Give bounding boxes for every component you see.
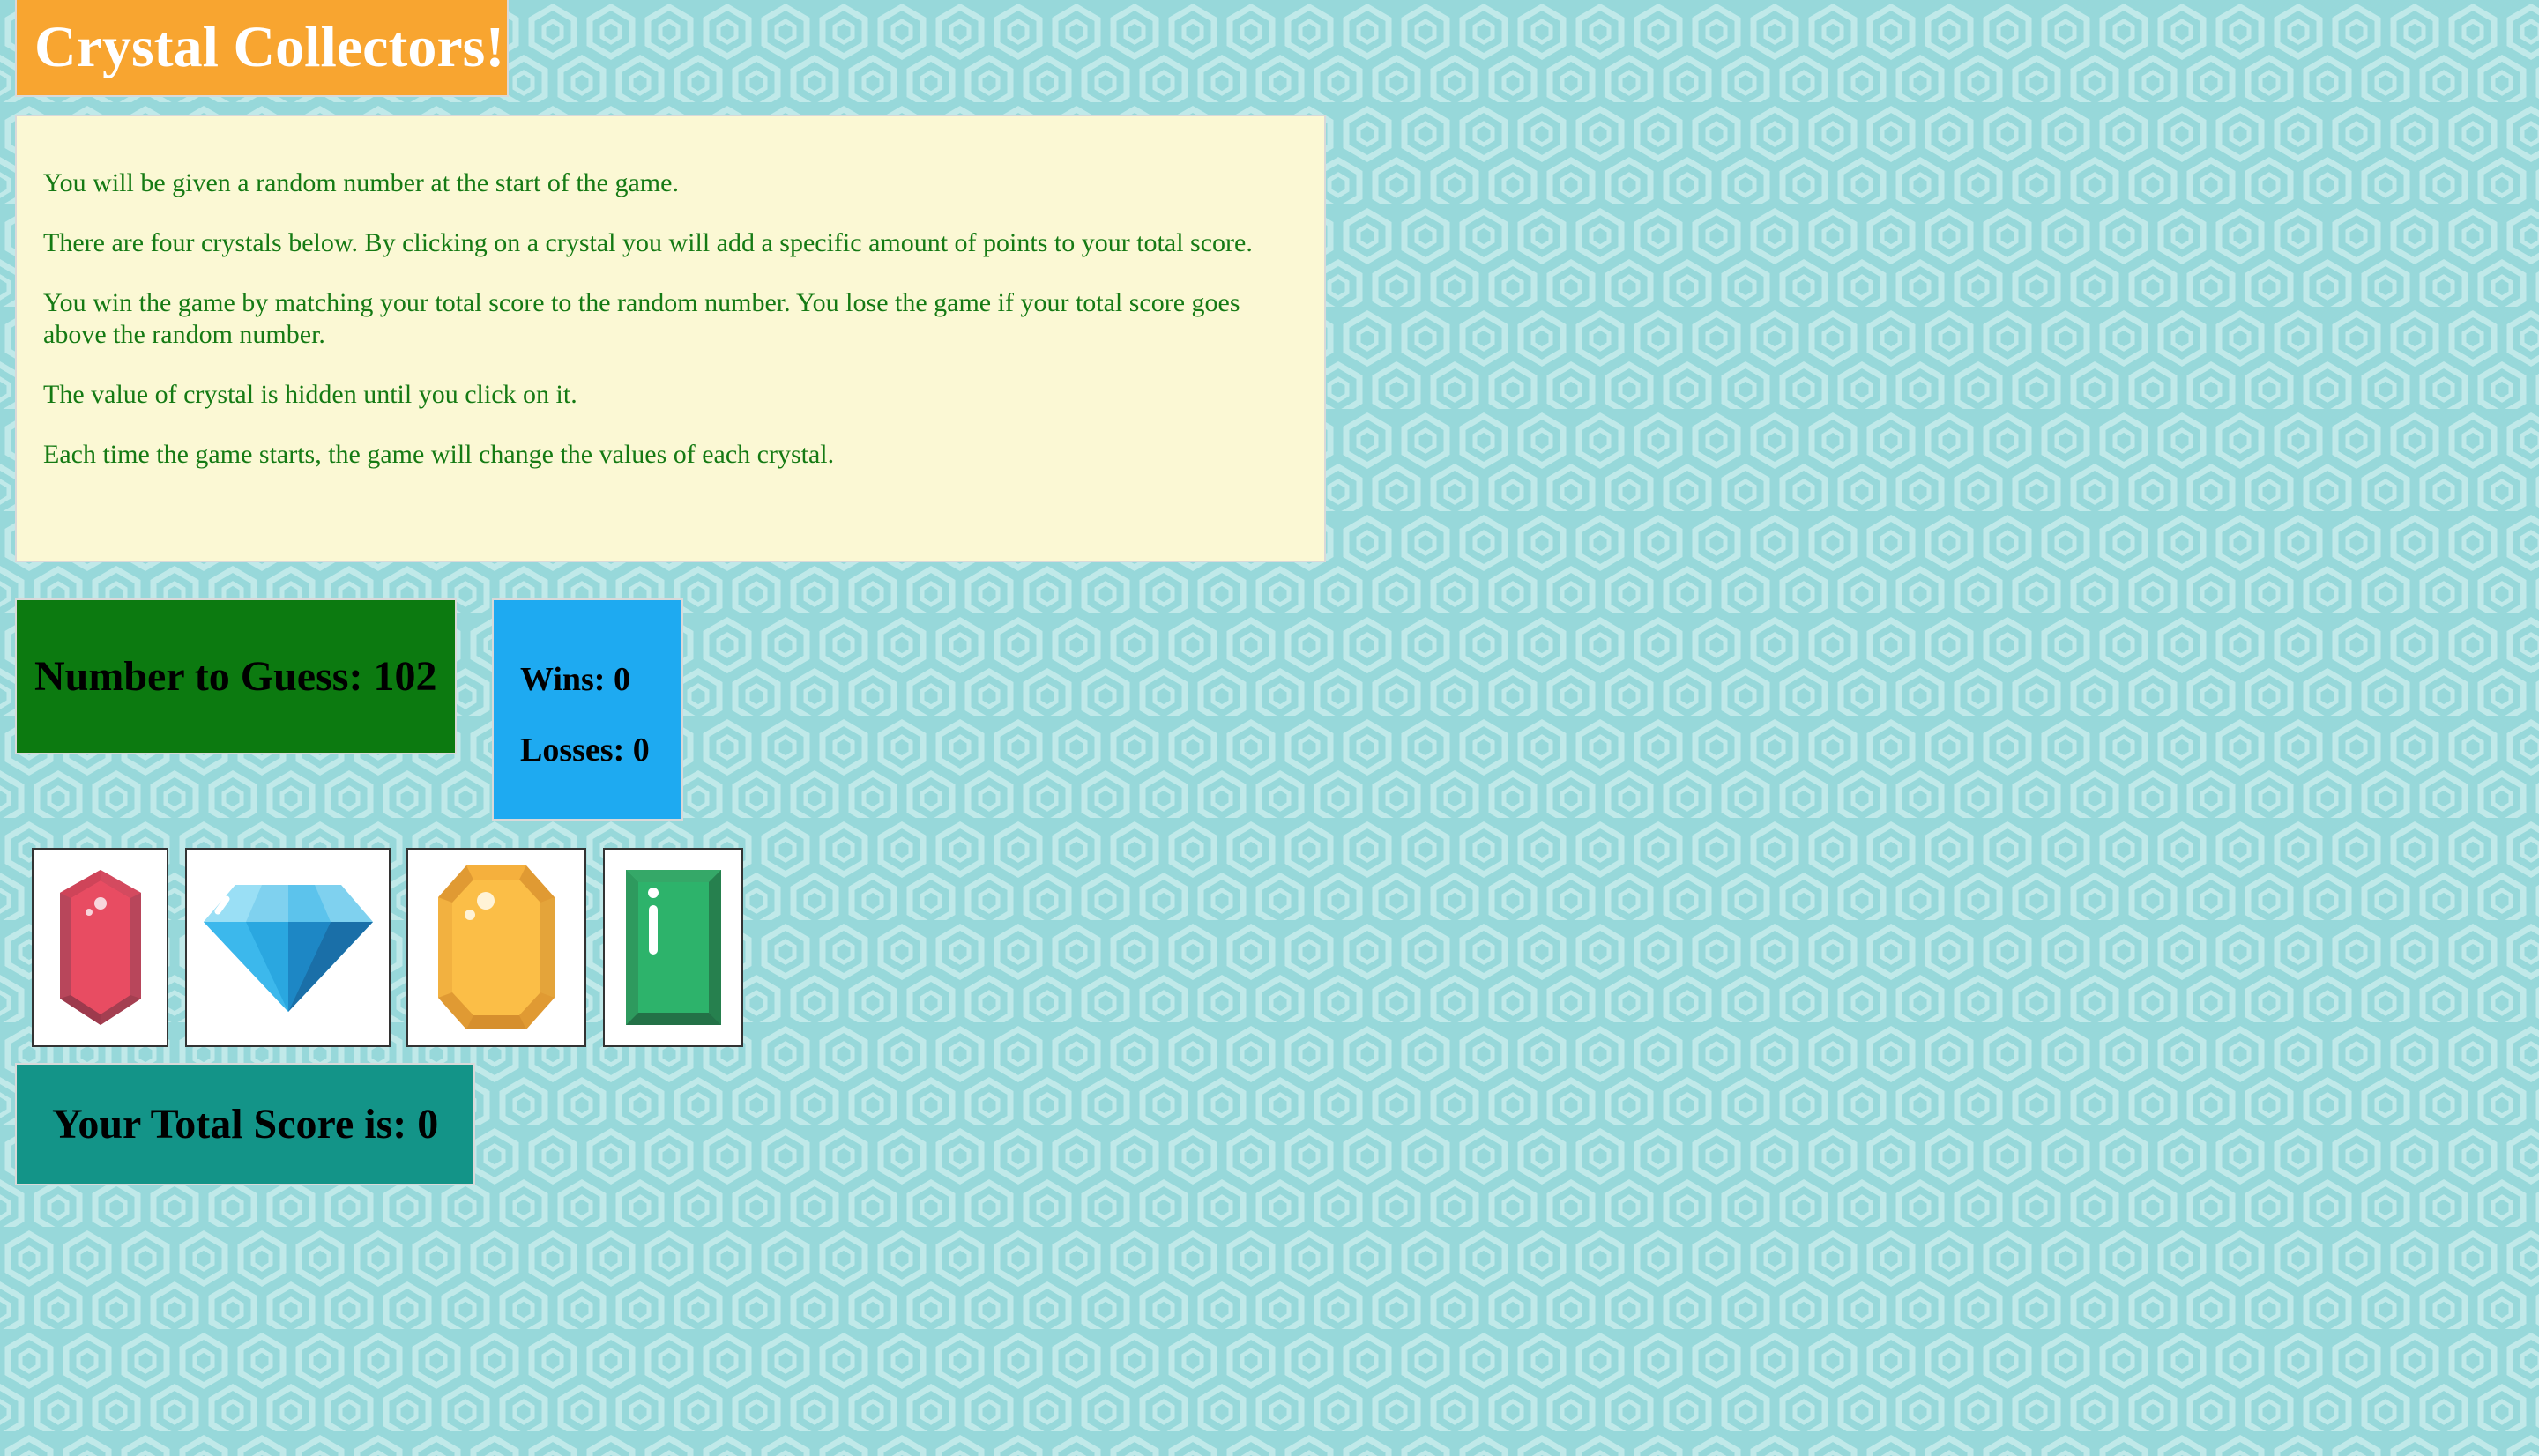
- yellow-gem-icon: [438, 865, 555, 1029]
- green-crystal-button[interactable]: [603, 848, 743, 1047]
- total-score-panel: Your Total Score is: 0: [15, 1063, 475, 1185]
- target-number-text: Number to Guess: 102: [34, 653, 437, 700]
- instruction-line: Each time the game starts, the game will…: [43, 440, 835, 469]
- instruction-line: There are four crystals below. By clicki…: [43, 228, 1253, 257]
- yellow-crystal-button[interactable]: [406, 848, 586, 1047]
- instruction-line: You win the game by matching your total …: [43, 288, 1240, 349]
- total-score-text: Your Total Score is: 0: [52, 1101, 439, 1148]
- win-loss-panel: Wins: 0 Losses: 0: [492, 598, 683, 821]
- blue-diamond-icon: [203, 885, 373, 1012]
- green-gem-icon: [625, 870, 721, 1025]
- red-crystal-button[interactable]: [32, 848, 168, 1047]
- instruction-line: The value of crystal is hidden until you…: [43, 380, 577, 409]
- blue-diamond-button[interactable]: [185, 848, 391, 1047]
- game-title: Crystal Collectors!: [34, 15, 505, 79]
- red-gem-icon: [59, 870, 141, 1025]
- wins-count: Wins: 0: [520, 661, 630, 698]
- losses-count: Losses: 0: [520, 732, 650, 769]
- instructions-panel: You will be given a random number at the…: [15, 115, 1326, 562]
- title-banner: Crystal Collectors!: [15, 0, 509, 97]
- target-number-panel: Number to Guess: 102: [15, 598, 457, 754]
- instruction-line: You will be given a random number at the…: [43, 168, 679, 197]
